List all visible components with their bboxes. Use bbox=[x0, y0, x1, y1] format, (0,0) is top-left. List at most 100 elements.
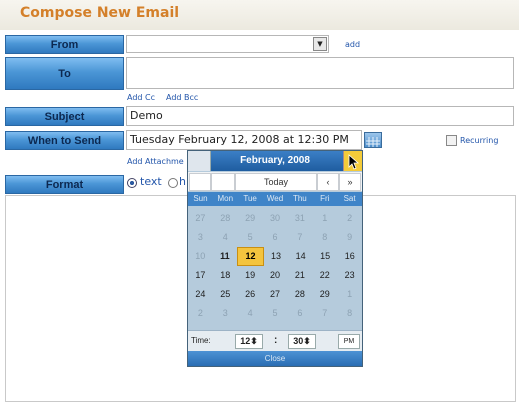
calendar-day[interactable]: 7 bbox=[312, 304, 337, 323]
prev-month-button[interactable] bbox=[211, 173, 235, 191]
time-bar: Time: 12⬍ : 30⬍ PM bbox=[188, 330, 362, 351]
calendar-month-label: February, 2008 bbox=[240, 155, 310, 166]
weekday-wed: Wed bbox=[266, 194, 284, 203]
minute-stepper[interactable]: 30⬍ bbox=[288, 334, 316, 349]
calendar-day[interactable]: 6 bbox=[263, 228, 288, 247]
format-html-label: h bbox=[179, 175, 186, 188]
calendar-day[interactable]: 14 bbox=[288, 247, 313, 266]
cursor-arrow-icon bbox=[348, 154, 360, 170]
calendar-day[interactable]: 23 bbox=[337, 266, 362, 285]
calendar-day[interactable]: 4 bbox=[213, 228, 238, 247]
calendar-icon[interactable] bbox=[364, 132, 382, 148]
calendar-day[interactable]: 4 bbox=[238, 304, 263, 323]
subject-field[interactable]: Demo bbox=[126, 106, 514, 126]
when-to-send-field[interactable]: Tuesday February 12, 2008 at 12:30 PM bbox=[126, 130, 362, 150]
calendar-day[interactable]: 19 bbox=[238, 266, 263, 285]
date-picker-popup: February, 2008 Today ‹ » Sun Mon Tue Wed… bbox=[187, 150, 363, 367]
calendar-day[interactable]: 3 bbox=[213, 304, 238, 323]
add-attachment-link[interactable]: Add Attachme bbox=[127, 157, 184, 166]
calendar-day[interactable]: 25 bbox=[213, 285, 238, 304]
prev-year-button[interactable] bbox=[189, 173, 211, 191]
calendar-day[interactable]: 1 bbox=[337, 285, 362, 304]
calendar-day[interactable]: 2 bbox=[337, 209, 362, 228]
calendar-day[interactable]: 8 bbox=[337, 304, 362, 323]
calendar-day[interactable]: 5 bbox=[238, 228, 263, 247]
calendar-day[interactable]: 8 bbox=[312, 228, 337, 247]
calendar-day[interactable]: 29 bbox=[312, 285, 337, 304]
calendar-header: February, 2008 bbox=[188, 151, 362, 171]
calendar-week: 10 11 12 13 14 15 16 bbox=[188, 247, 362, 266]
format-html-radio[interactable] bbox=[168, 178, 178, 188]
calendar-day[interactable]: 29 bbox=[238, 209, 263, 228]
calendar-week: 24 25 26 27 28 29 1 bbox=[188, 285, 362, 304]
recurring-label: Recurring bbox=[460, 136, 499, 145]
time-label: Time: bbox=[191, 336, 211, 345]
calendar-day[interactable]: 3 bbox=[188, 228, 213, 247]
calendar-day[interactable]: 26 bbox=[238, 285, 263, 304]
format-label: Format bbox=[5, 175, 124, 194]
from-add-link[interactable]: add bbox=[345, 40, 360, 49]
ampm-toggle[interactable]: PM bbox=[338, 334, 360, 349]
next-year-button[interactable]: » bbox=[339, 173, 361, 191]
calendar-day[interactable]: 13 bbox=[264, 247, 289, 266]
calendar-day-selected[interactable]: 12 bbox=[237, 247, 264, 266]
weekday-header: Sun Mon Tue Wed Thu Fri Sat bbox=[188, 192, 362, 206]
from-select[interactable]: ▼ bbox=[126, 35, 329, 53]
calendar-day[interactable]: 15 bbox=[313, 247, 338, 266]
chevron-down-icon[interactable]: ▼ bbox=[313, 37, 327, 51]
calendar-week: 17 18 19 20 21 22 23 bbox=[188, 266, 362, 285]
to-label: To bbox=[5, 57, 124, 90]
calendar-day[interactable]: 31 bbox=[287, 209, 312, 228]
calendar-day[interactable]: 6 bbox=[287, 304, 312, 323]
calendar-day[interactable]: 27 bbox=[263, 285, 288, 304]
page-header: Compose New Email bbox=[0, 0, 519, 30]
from-label: From bbox=[5, 35, 124, 54]
weekday-tue: Tue bbox=[243, 194, 257, 203]
calendar-day[interactable]: 24 bbox=[188, 285, 213, 304]
calendar-day[interactable]: 22 bbox=[312, 266, 337, 285]
subject-label: Subject bbox=[5, 107, 124, 126]
weekday-fri: Fri bbox=[320, 194, 330, 203]
calendar-day[interactable]: 10 bbox=[188, 247, 213, 266]
to-field[interactable] bbox=[126, 57, 514, 89]
calendar-day[interactable]: 18 bbox=[213, 266, 238, 285]
calendar-week: 2 3 4 5 6 7 8 bbox=[188, 304, 362, 323]
calendar-day[interactable]: 17 bbox=[188, 266, 213, 285]
calendar-day-today[interactable]: 11 bbox=[213, 247, 238, 266]
calendar-day[interactable]: 28 bbox=[287, 285, 312, 304]
calendar-close-x-button[interactable] bbox=[343, 151, 362, 171]
today-button[interactable]: Today bbox=[235, 173, 317, 191]
calendar-day[interactable]: 2 bbox=[188, 304, 213, 323]
calendar-day[interactable]: 27 bbox=[188, 209, 213, 228]
calendar-header-left-button[interactable] bbox=[188, 151, 211, 171]
calendar-day[interactable]: 21 bbox=[287, 266, 312, 285]
hour-stepper[interactable]: 12⬍ bbox=[235, 334, 263, 349]
calendar-day[interactable]: 1 bbox=[312, 209, 337, 228]
calendar-close-button[interactable]: Close bbox=[188, 351, 362, 366]
calendar-day[interactable]: 30 bbox=[263, 209, 288, 228]
calendar-week: 3 4 5 6 7 8 9 bbox=[188, 228, 362, 247]
calendar-nav: Today ‹ » bbox=[188, 172, 362, 191]
calendar-day[interactable]: 9 bbox=[337, 228, 362, 247]
weekday-sat: Sat bbox=[343, 194, 356, 203]
calendar-week: 27 28 29 30 31 1 2 bbox=[188, 209, 362, 228]
time-separator: : bbox=[274, 335, 278, 346]
calendar-day-grid: 27 28 29 30 31 1 2 3 4 5 6 7 8 9 10 11 1… bbox=[188, 209, 362, 323]
calendar-day[interactable]: 7 bbox=[287, 228, 312, 247]
page-title: Compose New Email bbox=[20, 5, 180, 21]
format-text-label: text bbox=[140, 175, 162, 188]
calendar-grid-icon bbox=[366, 137, 380, 147]
calendar-day[interactable]: 16 bbox=[337, 247, 362, 266]
weekday-sun: Sun bbox=[193, 194, 208, 203]
weekday-mon: Mon bbox=[217, 194, 234, 203]
next-month-button[interactable]: ‹ bbox=[317, 173, 339, 191]
calendar-day[interactable]: 20 bbox=[263, 266, 288, 285]
recurring-checkbox[interactable] bbox=[446, 135, 457, 146]
add-cc-link[interactable]: Add Cc bbox=[127, 93, 155, 102]
weekday-thu: Thu bbox=[292, 194, 307, 203]
when-to-send-label: When to Send bbox=[5, 131, 124, 150]
format-text-radio[interactable] bbox=[127, 178, 137, 188]
calendar-day[interactable]: 28 bbox=[213, 209, 238, 228]
add-bcc-link[interactable]: Add Bcc bbox=[166, 93, 198, 102]
calendar-day[interactable]: 5 bbox=[263, 304, 288, 323]
